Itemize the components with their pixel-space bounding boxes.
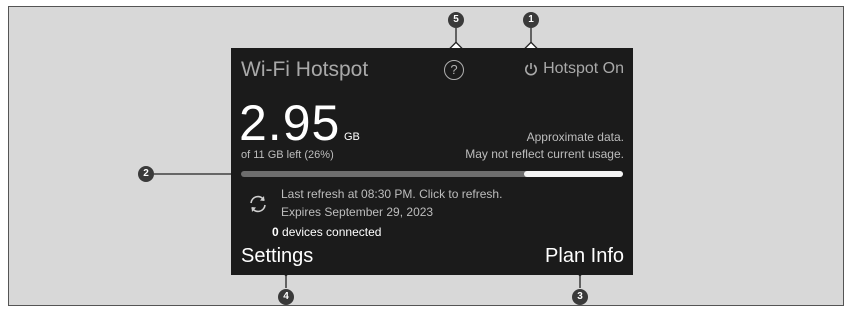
data-remaining-subtext: of 11 GB left (26%) xyxy=(241,149,334,161)
screen-title: Wi-Fi Hotspot xyxy=(241,58,369,81)
callout-4: 4 xyxy=(278,289,294,305)
hotspot-status-label: Hotspot On xyxy=(543,60,624,77)
data-remaining-value: 2.95 xyxy=(239,95,341,151)
last-refresh-text[interactable]: Last refresh at 08:30 PM. Click to refre… xyxy=(281,187,502,201)
expiry-text: Expires September 29, 2023 xyxy=(281,205,434,219)
callout-2: 2 xyxy=(138,166,154,182)
question-circle-icon[interactable]: ? xyxy=(444,60,464,80)
data-usage-bar-fill xyxy=(523,171,623,177)
hotspot-toggle[interactable]: Hotspot On xyxy=(523,60,624,78)
approximate-note-line2: May not reflect current usage. xyxy=(465,147,624,161)
callout-3: 3 xyxy=(572,289,588,305)
callout-1: 1 xyxy=(523,12,539,28)
hotspot-screen: Wi-Fi Hotspot ? Hotspot On 2.95 GB of 11… xyxy=(231,48,633,275)
approximate-note-line1: Approximate data. xyxy=(526,130,624,144)
data-remaining-unit: GB xyxy=(344,131,360,143)
devices-count: 0 xyxy=(272,225,279,239)
approximate-note: Approximate data. May not reflect curren… xyxy=(465,129,624,163)
devices-connected: 0 devices connected xyxy=(272,225,381,239)
data-usage-bar xyxy=(241,171,623,177)
callout-5: 5 xyxy=(448,12,464,28)
power-icon xyxy=(525,63,538,76)
refresh-icon[interactable] xyxy=(247,193,269,215)
settings-button[interactable]: Settings xyxy=(241,245,313,268)
plan-info-button[interactable]: Plan Info xyxy=(545,245,624,268)
devices-label: devices connected xyxy=(282,225,382,239)
